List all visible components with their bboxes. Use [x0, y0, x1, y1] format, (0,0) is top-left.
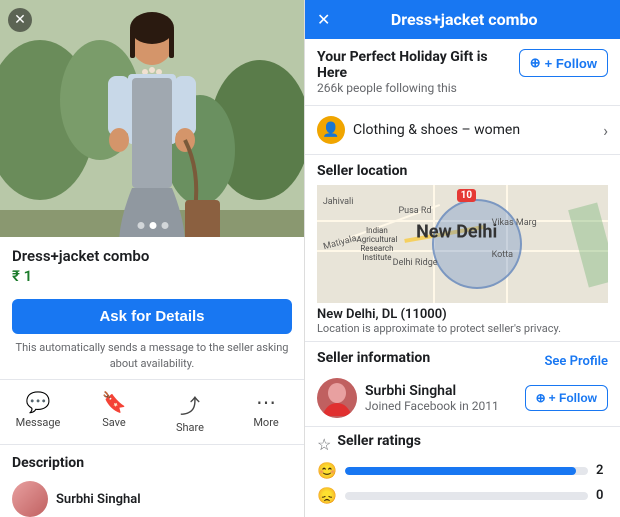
dot-3 — [161, 222, 168, 229]
map-pin: 10 — [457, 189, 476, 202]
follow-plus-icon: ⊕ — [530, 55, 541, 71]
star-icon: ☆ — [317, 435, 331, 454]
save-label: Save — [102, 416, 126, 429]
message-action[interactable]: 💬 Message — [0, 384, 76, 440]
left-panel: ✕ Dress+jacket combo ₹ 1 Ask for Details… — [0, 0, 305, 517]
seller-info-text: Surbhi Singhal Joined Facebook in 2011 — [365, 383, 517, 413]
seller-row-left: Surbhi Singhal — [0, 481, 304, 517]
sad-count: 0 — [596, 488, 608, 503]
see-profile-link[interactable]: See Profile — [545, 354, 609, 369]
close-button-left[interactable]: ✕ — [8, 8, 32, 32]
banner-text: Your Perfect Holiday Gift is Here 266k p… — [317, 49, 511, 95]
product-price: ₹ 1 — [12, 267, 292, 285]
seller-location-title: Seller location — [317, 163, 608, 179]
category-label: Clothing & shoes – women — [353, 122, 595, 138]
banner-followers: 266k people following this — [317, 81, 511, 95]
ratings-title: Seller ratings — [337, 433, 421, 449]
product-figure — [0, 0, 305, 237]
right-panel: ✕ Dress+jacket combo Your Perfect Holida… — [305, 0, 620, 517]
rating-row-sad: 😞 0 — [317, 486, 608, 505]
seller-row-right: Surbhi Singhal Joined Facebook in 2011 ⊕… — [317, 378, 608, 418]
happy-bar-container — [345, 467, 588, 475]
more-action[interactable]: ⋯ More — [228, 384, 304, 440]
close-button-right[interactable]: ✕ — [317, 10, 330, 29]
follow-seller-button[interactable]: ⊕ + Follow — [525, 385, 608, 411]
seller-name-left: Surbhi Singhal — [56, 492, 141, 507]
right-header: ✕ Dress+jacket combo — [305, 0, 620, 39]
seller-info-section: Seller information See Profile Surbhi Si… — [305, 341, 620, 426]
product-info: Dress+jacket combo ₹ 1 — [0, 237, 304, 299]
action-bar: 💬 Message 🔖 Save ⤴ Share ⋯ More — [0, 379, 304, 445]
follow-label2: + Follow — [549, 391, 597, 405]
map-background: New Delhi 10 Pusa Rd Delhi Ridge Vikas M… — [317, 185, 608, 303]
ask-subtext: This automatically sends a message to th… — [0, 340, 304, 379]
seller-name-right: Surbhi Singhal — [365, 383, 517, 399]
save-icon: 🔖 — [102, 390, 127, 414]
happy-smiley-icon: 😊 — [317, 461, 337, 480]
dot-2 — [149, 222, 156, 229]
share-action[interactable]: ⤴ Share — [152, 384, 228, 440]
ratings-section: ☆ Seller ratings 😊 2 😞 0 — [305, 426, 620, 513]
follow-label: + Follow — [545, 56, 597, 71]
map-city-label: New Delhi — [416, 222, 497, 243]
map-circle — [432, 199, 522, 289]
ask-for-details-button[interactable]: Ask for Details — [12, 299, 292, 334]
more-label: More — [253, 416, 278, 429]
follow-banner-button[interactable]: ⊕ + Follow — [519, 49, 608, 77]
seller-avatar-right — [317, 378, 357, 418]
message-label: Message — [16, 416, 61, 429]
happy-bar-fill — [345, 467, 576, 475]
seller-joined: Joined Facebook in 2011 — [365, 399, 517, 413]
category-row[interactable]: 👤 Clothing & shoes – women › — [305, 106, 620, 155]
sad-bar-container — [345, 492, 588, 500]
save-action[interactable]: 🔖 Save — [76, 384, 152, 440]
seller-location-section: Seller location New Delhi 10 — [305, 155, 620, 341]
location-city: New Delhi, DL (11000) — [317, 307, 608, 322]
sad-smiley-icon: 😞 — [317, 486, 337, 505]
product-image: ✕ — [0, 0, 305, 237]
marketplace-banner: Your Perfect Holiday Gift is Here 266k p… — [305, 39, 620, 106]
follow-plus-icon2: ⊕ — [536, 391, 546, 405]
message-icon: 💬 — [26, 390, 51, 414]
happy-count: 2 — [596, 463, 608, 478]
seller-avatar-left — [12, 481, 48, 517]
share-label: Share — [176, 421, 204, 434]
banner-title: Your Perfect Holiday Gift is Here — [317, 49, 511, 81]
map-green-area — [568, 202, 608, 287]
seller-info-title: Seller information — [317, 350, 430, 366]
more-icon: ⋯ — [256, 390, 276, 414]
header-title: Dress+jacket combo — [340, 10, 588, 29]
location-note: Location is approximate to protect selle… — [317, 322, 608, 335]
category-icon: 👤 — [317, 116, 345, 144]
seller-info-header: Seller information See Profile — [317, 350, 608, 372]
share-icon: ⤴ — [180, 390, 200, 419]
description-title: Description — [12, 455, 292, 471]
image-dots — [137, 222, 168, 229]
product-title: Dress+jacket combo — [12, 247, 292, 265]
chevron-right-icon: › — [603, 121, 608, 140]
rating-row-happy: 😊 2 — [317, 461, 608, 480]
map-container: New Delhi 10 Pusa Rd Delhi Ridge Vikas M… — [317, 185, 608, 303]
description-section: Description — [0, 445, 304, 481]
dot-1 — [137, 222, 144, 229]
